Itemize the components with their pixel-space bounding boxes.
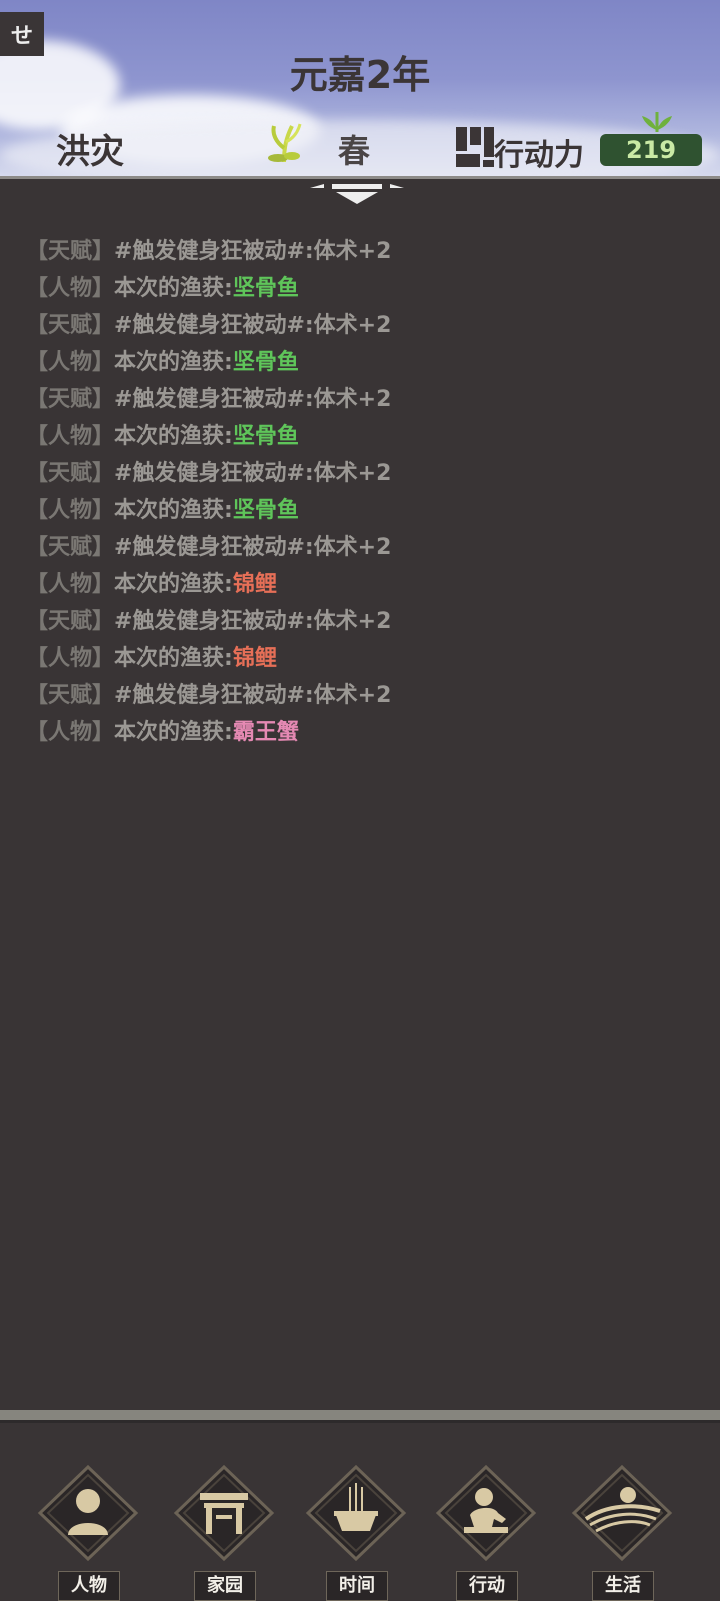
log-entry-text: #触发健身狂被动#:体术+2 bbox=[114, 239, 392, 264]
catch-item-name: 霸王蟹 bbox=[232, 720, 299, 745]
log-entry-text: 本次的渔获: bbox=[114, 350, 233, 375]
nav-button-character[interactable]: 人物 bbox=[36, 1463, 140, 1601]
log-entry: 【人物】本次的渔获:霸王蟹 bbox=[26, 714, 686, 751]
log-entry: 【天赋】#触发健身狂被动#:体术+2 bbox=[26, 233, 686, 270]
spring-sprout-icon bbox=[268, 123, 302, 163]
bottom-navigation: 人物 家园 时间 行动 生活 bbox=[0, 1423, 720, 1601]
nav-label: 人物 bbox=[58, 1571, 120, 1601]
catch-item-name: 锦鲤 bbox=[232, 646, 277, 671]
event-log: 【天赋】#触发健身狂被动#:体术+2 【人物】本次的渔获:坚骨鱼 【天赋】#触发健身… bbox=[26, 233, 686, 751]
log-entry-tag: 【天赋】 bbox=[26, 313, 115, 338]
log-entry: 【天赋】#触发健身狂被动#:体术+2 bbox=[26, 529, 686, 566]
log-entry-text: #触发健身狂被动#:体术+2 bbox=[114, 313, 392, 338]
log-entry-tag: 【天赋】 bbox=[26, 609, 115, 634]
person-icon bbox=[37, 1464, 139, 1562]
log-entry-tag: 【天赋】 bbox=[26, 239, 115, 264]
log-entry-text: 本次的渔获: bbox=[114, 498, 233, 523]
log-entry: 【天赋】#触发健身狂被动#:体术+2 bbox=[26, 677, 686, 714]
log-entry-text: #触发健身狂被动#:体术+2 bbox=[114, 683, 392, 708]
nav-divider bbox=[0, 1410, 720, 1420]
year-title: 元嘉2年 bbox=[289, 53, 431, 97]
bricks-icon bbox=[456, 127, 494, 167]
log-entry-tag: 【天赋】 bbox=[26, 683, 115, 708]
log-entry-tag: 【天赋】 bbox=[26, 387, 115, 412]
nav-button-action[interactable]: 行动 bbox=[434, 1463, 538, 1601]
leaf-sprout-icon bbox=[642, 112, 672, 132]
log-entry-text: #触发健身狂被动#:体术+2 bbox=[114, 461, 392, 486]
log-entry: 【天赋】#触发健身狂被动#:体术+2 bbox=[26, 603, 686, 640]
log-entry-tag: 【人物】 bbox=[26, 572, 115, 597]
log-entry: 【人物】本次的渔获:锦鲤 bbox=[26, 566, 686, 603]
log-entry: 【人物】本次的渔获:坚骨鱼 bbox=[26, 270, 686, 307]
action-points-value: 219 bbox=[600, 134, 702, 166]
log-entry-tag: 【人物】 bbox=[26, 646, 115, 671]
log-entry-tag: 【人物】 bbox=[26, 720, 115, 745]
log-entry: 【天赋】#触发健身狂被动#:体术+2 bbox=[26, 381, 686, 418]
log-entry: 【人物】本次的渔获:坚骨鱼 bbox=[26, 418, 686, 455]
log-entry-text: #触发健身狂被动#:体术+2 bbox=[114, 609, 392, 634]
header-divider bbox=[0, 176, 720, 179]
disaster-status[interactable]: 洪灾 bbox=[56, 124, 124, 173]
log-entry-text: 本次的渔获: bbox=[114, 424, 233, 449]
log-entry-tag: 【天赋】 bbox=[26, 461, 115, 486]
log-entry-tag: 【天赋】 bbox=[26, 535, 115, 560]
log-entry-text: 本次的渔获: bbox=[114, 572, 233, 597]
log-entry: 【人物】本次的渔获:坚骨鱼 bbox=[26, 344, 686, 381]
collapse-chevron-icon[interactable] bbox=[310, 184, 404, 208]
log-entry-text: 本次的渔获: bbox=[114, 646, 233, 671]
nav-button-home[interactable]: 家园 bbox=[172, 1463, 276, 1601]
log-entry: 【人物】本次的渔获:锦鲤 bbox=[26, 640, 686, 677]
sunrise-fields-icon bbox=[571, 1464, 673, 1562]
log-entry: 【人物】本次的渔获:坚骨鱼 bbox=[26, 492, 686, 529]
log-entry-text: #触发健身狂被动#:体术+2 bbox=[114, 535, 392, 560]
nav-button-life[interactable]: 生活 bbox=[570, 1463, 674, 1601]
catch-item-name: 坚骨鱼 bbox=[232, 498, 299, 523]
nav-label: 行动 bbox=[456, 1571, 518, 1601]
log-entry-text: 本次的渔获: bbox=[114, 276, 233, 301]
catch-item-name: 坚骨鱼 bbox=[232, 350, 299, 375]
log-entry-text: #触发健身狂被动#:体术+2 bbox=[114, 387, 392, 412]
season-label: 春 bbox=[338, 132, 371, 170]
log-entry-tag: 【人物】 bbox=[26, 350, 115, 375]
log-entry-tag: 【人物】 bbox=[26, 424, 115, 449]
action-points-label: 行动力 bbox=[494, 138, 584, 173]
log-entry: 【天赋】#触发健身狂被动#:体术+2 bbox=[26, 307, 686, 344]
log-entry-tag: 【人物】 bbox=[26, 276, 115, 301]
catch-item-name: 坚骨鱼 bbox=[232, 276, 299, 301]
gate-icon bbox=[173, 1464, 275, 1562]
nav-button-time[interactable]: 时间 bbox=[304, 1463, 408, 1601]
log-entry: 【天赋】#触发健身狂被动#:体术+2 bbox=[26, 455, 686, 492]
log-entry-text: 本次的渔获: bbox=[114, 720, 233, 745]
nav-label: 生活 bbox=[592, 1571, 654, 1601]
incense-icon bbox=[305, 1464, 407, 1562]
catch-item-name: 锦鲤 bbox=[232, 572, 277, 597]
top-status-bar: せ 元嘉2年 洪灾 春 行动力 219 bbox=[0, 0, 720, 176]
nav-label: 家园 bbox=[194, 1571, 256, 1601]
nav-label: 时间 bbox=[326, 1571, 388, 1601]
worker-icon bbox=[435, 1464, 537, 1562]
catch-item-name: 坚骨鱼 bbox=[232, 424, 299, 449]
log-entry-tag: 【人物】 bbox=[26, 498, 115, 523]
